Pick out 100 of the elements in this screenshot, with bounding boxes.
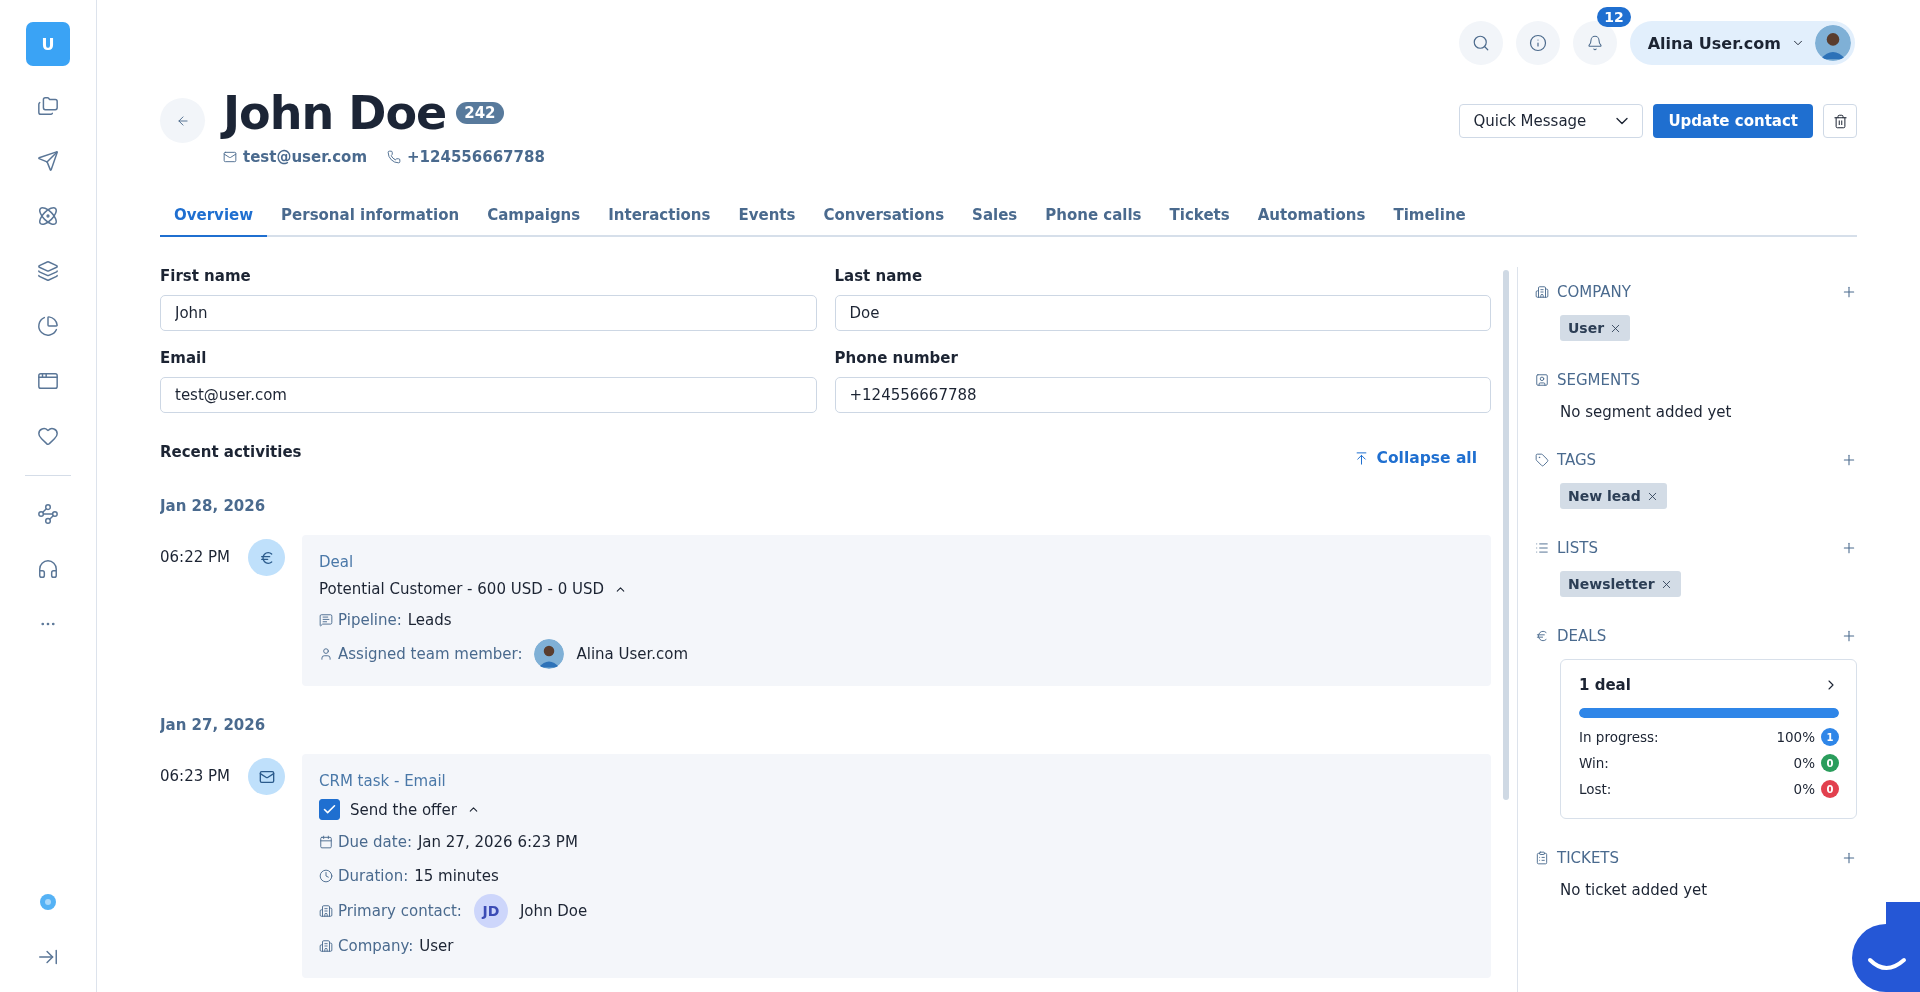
scrollbar[interactable] — [1503, 270, 1509, 800]
search-icon — [1471, 34, 1490, 52]
count-dot: 0 — [1821, 780, 1839, 798]
field-label: Email — [160, 349, 208, 367]
field-label: Last name — [834, 267, 924, 285]
building-icon — [1535, 285, 1549, 299]
initials-avatar: JD — [473, 894, 508, 928]
deal-count: 1 deal — [1579, 676, 1631, 694]
detail-value: John Doe — [519, 902, 588, 920]
tab[interactable]: Conversations — [809, 196, 959, 237]
detail-value: User — [419, 937, 454, 955]
tab[interactable]: Interactions — [594, 196, 725, 237]
building-icon — [319, 904, 333, 918]
plus-icon — [1841, 284, 1857, 300]
heart-icon[interactable] — [37, 425, 59, 447]
folders-icon[interactable] — [37, 95, 59, 117]
detail-value: Leads — [407, 611, 452, 629]
send-icon[interactable] — [37, 150, 59, 172]
activity-date: Jan 27, 2026 — [160, 716, 267, 734]
euro-icon — [1535, 629, 1549, 643]
detail-value: Jan 27, 2026 6:23 PM — [417, 833, 578, 851]
deal-status-label: Lost: — [1579, 781, 1612, 797]
section-heading: DEALS — [1557, 627, 1607, 645]
input-field[interactable]: Doe — [834, 295, 1491, 331]
input-field[interactable]: test@user.com — [160, 377, 817, 413]
mail-icon — [223, 150, 237, 164]
activity-summary: Potential Customer - 600 USD - 0 USD — [319, 580, 605, 598]
clipboard-icon — [1535, 851, 1549, 865]
comment-icon — [319, 613, 333, 627]
update-contact-button[interactable]: Update contact — [1653, 104, 1813, 138]
field-label: First name — [160, 267, 252, 285]
add-button[interactable] — [1841, 628, 1857, 644]
detail-label: Due date: — [338, 833, 412, 851]
add-button[interactable] — [1841, 540, 1857, 556]
collapse-all-link[interactable]: Collapse all — [1353, 449, 1491, 467]
id-badge: 242 — [456, 102, 504, 124]
input-field[interactable]: +124556667788 — [834, 377, 1491, 413]
trash-icon — [1832, 113, 1848, 129]
user-menu[interactable]: Alina User.com — [1629, 21, 1855, 65]
plus-icon — [1841, 628, 1857, 644]
list-icon — [1535, 541, 1549, 555]
section-title: Recent activities — [160, 443, 302, 461]
detail-value: Alina User.com — [576, 645, 689, 663]
activity-date: Jan 28, 2026 — [160, 497, 267, 515]
activity-type: Deal — [319, 553, 355, 571]
delete-button[interactable] — [1823, 104, 1857, 138]
user-square-icon — [1535, 373, 1549, 387]
tab[interactable]: Tickets — [1155, 196, 1244, 237]
tab[interactable]: Automations — [1243, 196, 1380, 237]
info-icon — [1528, 34, 1547, 52]
deal-status-label: Win: — [1579, 755, 1609, 771]
status-dot-icon[interactable] — [40, 894, 56, 910]
back-icon — [175, 113, 190, 128]
empty-text: No ticket added yet — [1560, 881, 1709, 899]
deal-percent: 0% — [1793, 781, 1815, 797]
tab[interactable]: Overview — [160, 196, 268, 237]
count-dot: 1 — [1821, 728, 1839, 746]
detail-label: Primary contact: — [338, 902, 462, 920]
headset-icon[interactable] — [37, 558, 59, 580]
detail-label: Assigned team member: — [338, 645, 523, 663]
chat-launcher-icon[interactable] — [1852, 902, 1920, 992]
tab[interactable]: Sales — [958, 196, 1032, 237]
avatar — [534, 639, 565, 669]
add-button[interactable] — [1841, 850, 1857, 866]
euro-icon — [248, 539, 285, 576]
activity-summary: Send the offer — [350, 800, 457, 819]
activity-time: 06:23 PM — [160, 766, 231, 787]
checkbox[interactable] — [319, 799, 340, 820]
quick-message-select[interactable]: Quick Message — [1459, 104, 1644, 138]
info-button[interactable] — [1515, 21, 1560, 65]
building-icon — [319, 939, 333, 953]
tab[interactable]: Personal information — [267, 196, 474, 237]
detail-label: Company: — [338, 937, 414, 955]
input-field[interactable]: John — [160, 295, 817, 331]
clock-icon — [319, 869, 333, 883]
tab[interactable]: Timeline — [1379, 196, 1480, 237]
tag-label: New lead — [1568, 488, 1641, 504]
pie-chart-icon[interactable] — [37, 315, 59, 337]
search-button[interactable] — [1458, 21, 1503, 65]
notification-badge: 12 — [1597, 7, 1631, 27]
section-heading: TICKETS — [1557, 849, 1620, 867]
plus-icon — [1841, 540, 1857, 556]
activity-time: 06:22 PM — [160, 547, 231, 568]
window-icon[interactable] — [37, 370, 59, 392]
atom-icon[interactable] — [37, 205, 59, 227]
calendar-icon — [319, 835, 333, 849]
layers-icon[interactable] — [37, 260, 59, 282]
add-button[interactable] — [1841, 452, 1857, 468]
deal-percent: 100% — [1776, 729, 1815, 745]
section-heading: SEGMENTS — [1557, 371, 1640, 389]
deal-status-label: In progress: — [1579, 729, 1659, 745]
section-heading: LISTS — [1557, 539, 1598, 557]
tab[interactable]: Campaigns — [473, 196, 595, 237]
tab[interactable]: Phone calls — [1031, 196, 1156, 237]
mail-icon — [248, 758, 285, 795]
tag-label: Newsletter — [1568, 576, 1655, 592]
tab[interactable]: Events — [724, 196, 810, 237]
add-button[interactable] — [1841, 284, 1857, 300]
count-dot: 0 — [1821, 754, 1839, 772]
flow-icon[interactable] — [37, 503, 59, 525]
